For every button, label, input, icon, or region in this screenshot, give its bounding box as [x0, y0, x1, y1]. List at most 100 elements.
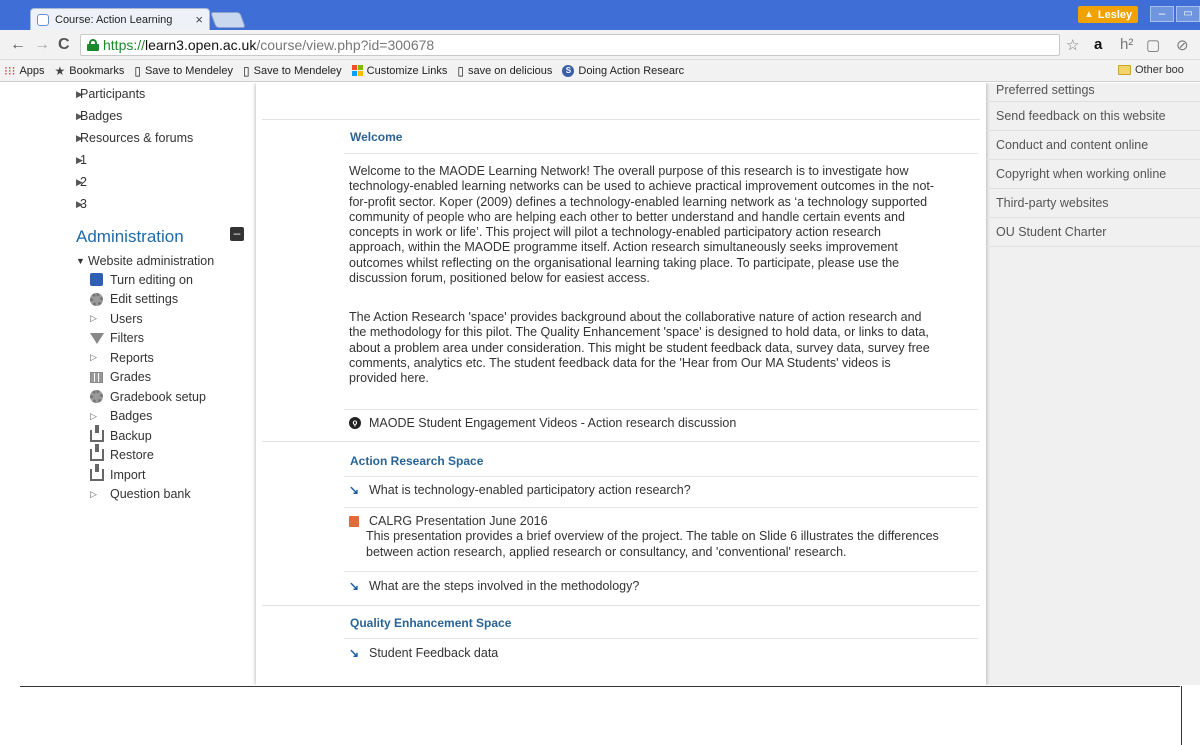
- folder-icon: [1118, 65, 1131, 75]
- nav-item-2[interactable]: ▶ 2: [60, 171, 260, 193]
- bookmark-customize-links[interactable]: Customize Links: [351, 64, 448, 77]
- profile-badge[interactable]: ▲ Lesley: [1078, 6, 1139, 23]
- star-icon: ★: [54, 63, 66, 78]
- administration-tree: ▼ Website administration Turn editing on …: [76, 251, 214, 504]
- download-icon: [90, 444, 104, 462]
- hypothesis-extension-icon[interactable]: h²: [1120, 36, 1133, 53]
- divider: [344, 507, 978, 508]
- divider: [344, 409, 978, 410]
- bookmark-label: Doing Action Researc: [578, 64, 685, 77]
- pencil-icon: [90, 273, 103, 287]
- bookmark-doing-action-research[interactable]: S Doing Action Researc: [562, 64, 685, 77]
- activity-label: What is technology-enabled participatory…: [369, 483, 691, 497]
- admin-users[interactable]: ▷ Users: [76, 309, 214, 329]
- admin-filters[interactable]: Filters: [76, 329, 214, 349]
- extension-icon[interactable]: ⊘: [1176, 36, 1189, 54]
- link-what-is-tepar[interactable]: ↘ What is technology-enabled participator…: [349, 483, 691, 497]
- frame-border: [1181, 686, 1182, 745]
- amazon-extension-icon[interactable]: a: [1094, 36, 1102, 53]
- collapse-block-icon[interactable]: –: [230, 227, 244, 241]
- admin-item-label: Restore: [110, 448, 154, 463]
- admin-reports[interactable]: ▷ Reports: [76, 348, 214, 368]
- divider: [262, 119, 980, 120]
- profile-name: Lesley: [1097, 8, 1133, 21]
- document-extension-icon[interactable]: ▢: [1146, 36, 1160, 54]
- section-title-quality-enhancement: Quality Enhancement Space: [350, 616, 512, 630]
- page-viewport: ▶ Participants ▶ Badges ▶ Resources & forum…: [0, 83, 1200, 685]
- link-methodology-steps[interactable]: ↘ What are the steps involved in the meth…: [349, 579, 639, 593]
- expand-triangle-icon: ▶: [76, 132, 83, 143]
- nav-item-participants[interactable]: ▶ Participants: [60, 83, 260, 105]
- link-third-party[interactable]: Third-party websites: [986, 189, 1200, 218]
- warning-icon: ▲: [1084, 9, 1094, 20]
- new-tab-button[interactable]: [210, 12, 246, 28]
- other-bookmarks[interactable]: Other boo: [1118, 64, 1184, 76]
- bookmarks-bar: ⁝⁝⁝ Apps ★ Bookmarks ▯ Save to Mendeley ▯ Sa…: [0, 60, 1200, 82]
- browser-tab[interactable]: Course: Action Learning ×: [30, 8, 210, 30]
- admin-restore[interactable]: Restore: [76, 444, 214, 466]
- apps-grid-icon: ⁝⁝⁝: [4, 63, 16, 78]
- admin-backup[interactable]: Backup: [76, 424, 214, 446]
- nav-item-3[interactable]: ▶ 3: [60, 193, 260, 215]
- maximize-button[interactable]: ▭: [1176, 6, 1200, 22]
- download-icon: [90, 463, 104, 481]
- forum-link-label: MAODE Student Engagement Videos - Action…: [369, 416, 737, 430]
- link-student-charter[interactable]: OU Student Charter: [986, 218, 1200, 247]
- website-administration-node[interactable]: ▼ Website administration: [76, 251, 214, 270]
- admin-badges[interactable]: ▷ Badges: [76, 407, 214, 427]
- nav-item-label: 2: [80, 175, 87, 189]
- admin-item-label: Edit settings: [110, 292, 179, 307]
- divider: [262, 605, 980, 606]
- page-icon: ▯: [134, 63, 141, 78]
- link-copyright[interactable]: Copyright when working online: [986, 160, 1200, 189]
- admin-question-bank[interactable]: ▷ Question bank: [76, 485, 214, 505]
- admin-gradebook-setup[interactable]: Gradebook setup: [76, 387, 214, 407]
- back-arrow-icon[interactable]: ←: [10, 36, 26, 54]
- calrg-presentation-link[interactable]: CALRG Presentation June 2016: [349, 514, 548, 528]
- bookmark-save-to-mendeley[interactable]: ▯ Save to Mendeley: [134, 64, 233, 78]
- bookmark-save-on-delicious[interactable]: ▯ save on delicious: [457, 64, 552, 78]
- admin-item-label: Turn editing on: [110, 272, 193, 287]
- link-preferred-settings[interactable]: Preferred settings: [986, 83, 1200, 102]
- minimize-button[interactable]: –: [1150, 6, 1174, 22]
- admin-grades[interactable]: Grades: [76, 368, 214, 388]
- nav-item-1[interactable]: ▶ 1: [60, 149, 260, 171]
- nav-item-resources-forums[interactable]: ▶ Resources & forums: [60, 127, 260, 149]
- bookmark-apps[interactable]: ⁝⁝⁝ Apps: [4, 64, 45, 78]
- tab-close-icon[interactable]: ×: [195, 12, 203, 27]
- globe-icon: S: [562, 64, 575, 77]
- address-bar[interactable]: https://learn3.open.ac.uk/course/view.ph…: [80, 34, 1060, 56]
- admin-item-label: Badges: [110, 409, 153, 424]
- divider: [344, 153, 978, 154]
- divider: [344, 571, 978, 572]
- forum-icon: ϙ: [349, 417, 361, 429]
- bookmark-star-icon[interactable]: ☆: [1066, 36, 1079, 54]
- admin-item-label: Grades: [110, 370, 151, 385]
- forum-link[interactable]: ϙ MAODE Student Engagement Videos - Actio…: [349, 416, 736, 430]
- divider: [344, 638, 978, 639]
- expand-triangle-icon: ▶: [76, 176, 83, 187]
- reload-icon[interactable]: C: [58, 36, 70, 54]
- bookmark-label: Customize Links: [366, 64, 448, 77]
- bookmark-bookmarks[interactable]: ★ Bookmarks: [55, 64, 125, 78]
- link-send-feedback[interactable]: Send feedback on this website: [986, 102, 1200, 131]
- forward-arrow-icon[interactable]: →: [34, 36, 50, 54]
- bookmark-label: Save to Mendeley: [253, 64, 342, 77]
- nav-item-badges[interactable]: ▶ Badges: [60, 105, 260, 127]
- admin-edit-settings[interactable]: Edit settings: [76, 290, 214, 310]
- admin-item-label: Backup: [110, 428, 152, 443]
- upload-icon: [90, 424, 104, 442]
- activity-label: CALRG Presentation June 2016: [369, 514, 548, 528]
- url-scheme: https://: [103, 37, 146, 53]
- expand-triangle-icon: ▷: [90, 410, 97, 421]
- expand-triangle-icon: ▷: [90, 488, 97, 499]
- bookmark-save-to-mendeley[interactable]: ▯ Save to Mendeley: [243, 64, 342, 78]
- nav-item-label: Resources & forums: [80, 131, 194, 145]
- expand-triangle-icon: ▷: [90, 313, 97, 324]
- admin-item-label: Gradebook setup: [110, 389, 206, 404]
- admin-import[interactable]: Import: [76, 463, 214, 485]
- bookmark-label: Apps: [19, 64, 45, 77]
- link-student-feedback-data[interactable]: ↘ Student Feedback data: [349, 646, 498, 660]
- admin-turn-editing-on[interactable]: Turn editing on: [76, 270, 214, 290]
- link-conduct-content[interactable]: Conduct and content online: [986, 131, 1200, 160]
